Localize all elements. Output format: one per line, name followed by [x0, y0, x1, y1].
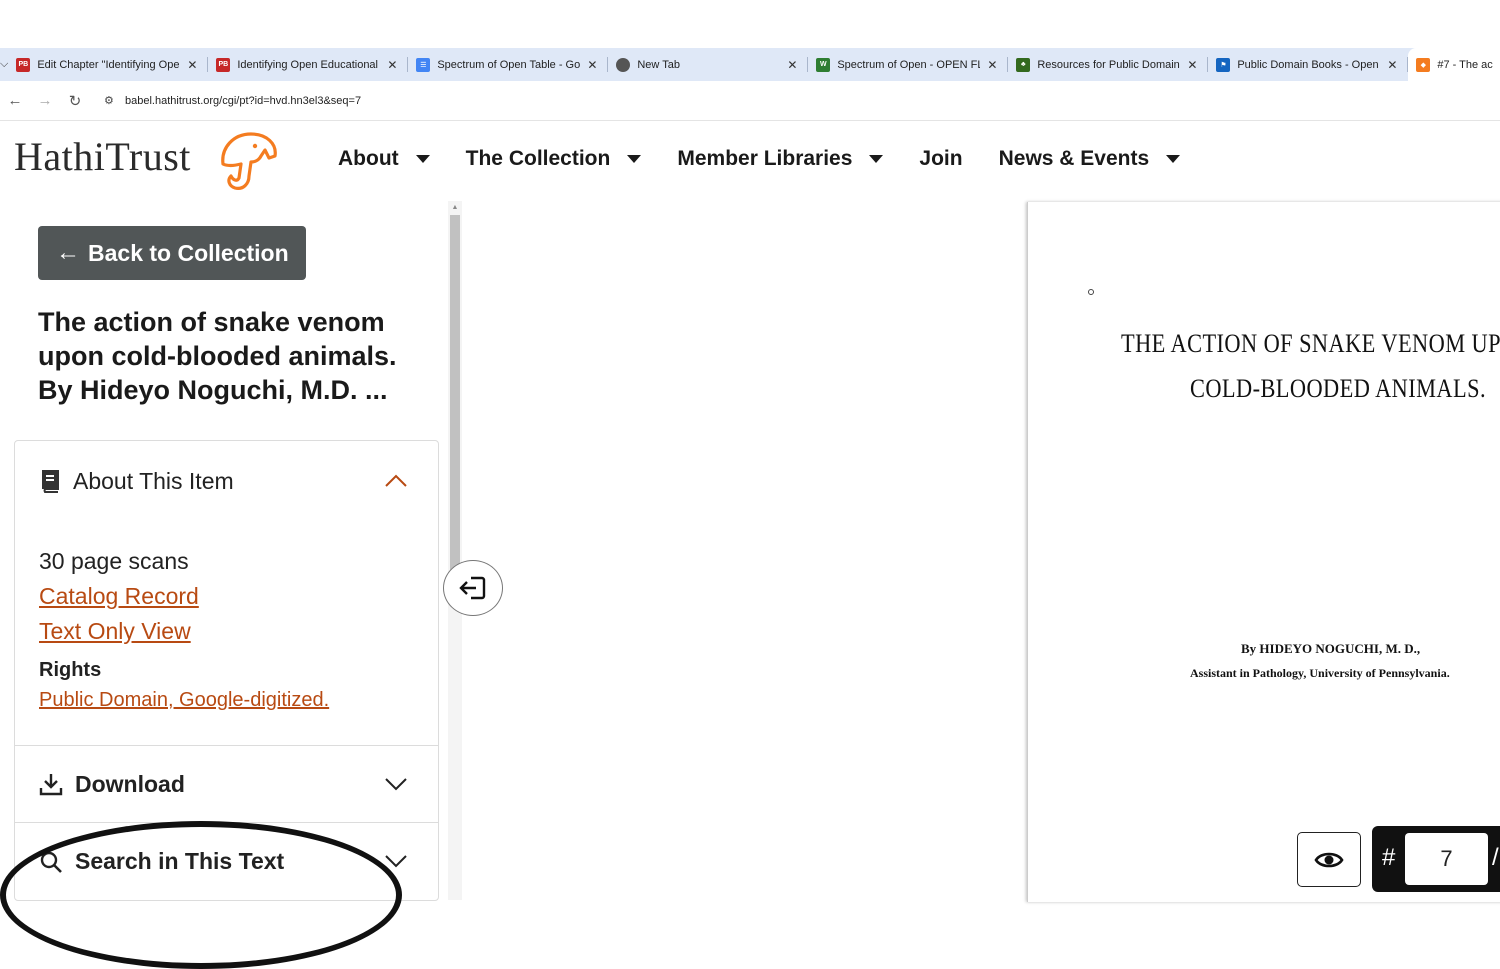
chevron-up-icon: [385, 474, 407, 487]
tab-title: Spectrum of Open - OPEN FL -: [837, 58, 981, 71]
caret-down-icon: [415, 155, 430, 163]
item-sidebar: ← Back to Collection The action of snake…: [0, 201, 448, 969]
book-icon: [42, 470, 59, 493]
nav-about[interactable]: About: [338, 147, 430, 171]
nav-news-events[interactable]: News & Events: [999, 147, 1181, 171]
scroll-up-arrow-icon[interactable]: ▲: [450, 204, 460, 212]
nav-label: The Collection: [465, 147, 611, 170]
browser-tab-bar: ⌵ PB Edit Chapter "Identifying Open ✕ PB…: [0, 48, 1500, 81]
browser-tab[interactable]: ♣ Resources for Public Domain M ✕: [1008, 48, 1209, 81]
catalog-record-link[interactable]: Catalog Record: [39, 579, 414, 614]
download-icon: [39, 774, 63, 796]
url-text: babel.hathitrust.org/cgi/pt?id=hvd.hn3el…: [125, 94, 362, 107]
rights-heading: Rights: [39, 659, 102, 681]
nav-label: Member Libraries: [677, 147, 853, 170]
page-scan-count: 30 page scans: [39, 548, 189, 574]
search-in-text-header[interactable]: Search in This Text: [15, 823, 438, 900]
nav-label: About: [338, 147, 399, 170]
chevron-down-icon: [385, 855, 407, 868]
close-icon[interactable]: ✕: [1184, 58, 1200, 72]
close-icon[interactable]: ✕: [784, 58, 800, 72]
address-bar-row: ← → ↻ ⚙ babel.hathitrust.org/cgi/pt?id=h…: [0, 81, 1500, 121]
collapse-sidebar-button[interactable]: [443, 560, 503, 616]
about-this-item-body: 30 page scans Catalog Record Text Only V…: [15, 521, 438, 746]
tab-title: Resources for Public Domain M: [1037, 58, 1181, 71]
page-hash-label: #: [1382, 844, 1396, 871]
browser-tab-active[interactable]: ◆ #7 - The ac: [1408, 48, 1500, 81]
scan-title-line2: COLD-BLOODED ANIMALS.: [1190, 374, 1486, 403]
hathitrust-logo[interactable]: HathiTrust: [14, 133, 191, 180]
scan-author: By HIDEYO NOGUCHI, M. D.,: [1241, 641, 1421, 656]
rights-link[interactable]: Public Domain, Google-digitized.: [39, 683, 414, 717]
close-icon[interactable]: ✕: [184, 58, 200, 72]
browser-tab[interactable]: PB Edit Chapter "Identifying Open ✕: [8, 48, 209, 81]
page-navigator: # /: [1372, 826, 1500, 892]
book-title: The action of snake venom upon cold-bloo…: [38, 307, 397, 405]
tab-search-dropdown-icon[interactable]: ⌵: [0, 48, 8, 81]
tab-title: Edit Chapter "Identifying Open: [37, 58, 181, 71]
about-heading: About This Item: [73, 467, 234, 494]
close-icon[interactable]: ✕: [984, 58, 1000, 72]
window-top-area: [0, 0, 1500, 48]
pb-icon: PB: [16, 57, 31, 72]
back-button-label: Back to Collection: [88, 239, 289, 266]
close-icon[interactable]: ✕: [584, 58, 600, 72]
chrome-icon: [616, 57, 631, 72]
nav-the-collection[interactable]: The Collection: [466, 147, 642, 171]
close-icon[interactable]: ✕: [1384, 58, 1400, 72]
back-to-collection-button[interactable]: ← Back to Collection: [38, 226, 306, 280]
download-header[interactable]: Download: [15, 746, 438, 823]
caret-down-icon: [627, 155, 642, 163]
download-label: Download: [75, 770, 185, 797]
arrow-left-icon: ←: [56, 239, 80, 266]
browser-tab[interactable]: ☰ Spectrum of Open Table - Goog ✕: [408, 48, 609, 81]
page-scan-image: THE ACTION OF SNAKE VENOM UPON COLD-BLOO…: [1027, 202, 1500, 902]
tab-title: Identifying Open Educational R: [237, 58, 381, 71]
main-nav: About The Collection Member Libraries Jo…: [338, 147, 1216, 171]
site-settings-icon[interactable]: ⚙: [104, 94, 120, 107]
caret-down-icon: [869, 155, 884, 163]
page-number-input[interactable]: [1405, 833, 1488, 885]
view-options-button[interactable]: [1297, 832, 1361, 887]
about-this-item-header[interactable]: About This Item: [15, 441, 438, 521]
close-icon[interactable]: ✕: [384, 58, 400, 72]
search-label: Search in This Text: [75, 848, 285, 874]
exit-arrow-icon: [459, 576, 486, 600]
page-slash: /: [1492, 844, 1499, 871]
back-arrow-icon[interactable]: ←: [0, 86, 30, 116]
text-only-view-link[interactable]: Text Only View: [39, 614, 414, 649]
forward-arrow-icon[interactable]: →: [30, 86, 60, 116]
chevron-down-icon: [385, 778, 407, 791]
docs-icon: ☰: [416, 57, 431, 72]
elephant-logo-icon[interactable]: [215, 126, 281, 196]
scan-title-line1: THE ACTION OF SNAKE VENOM UPON: [1121, 329, 1500, 358]
browser-tab[interactable]: ⚑ Public Domain Books - Open Ec ✕: [1208, 48, 1409, 81]
tab-title: #7 - The ac: [1437, 58, 1493, 71]
browser-tab[interactable]: W Spectrum of Open - OPEN FL - ✕: [808, 48, 1009, 81]
nav-member-libraries[interactable]: Member Libraries: [677, 147, 884, 171]
flag-icon: ⚑: [1216, 57, 1231, 72]
scan-affiliation: Assistant in Pathology, University of Pe…: [1190, 666, 1450, 680]
hathitrust-icon: ◆: [1416, 57, 1431, 72]
resources-icon: ♣: [1016, 57, 1031, 72]
nav-join[interactable]: Join: [919, 147, 962, 171]
tab-title: New Tab: [637, 58, 680, 71]
caret-down-icon: [1166, 155, 1181, 163]
sidebar-scroll-thumb[interactable]: [450, 215, 460, 570]
scan-speck: [1088, 289, 1094, 295]
reload-icon[interactable]: ↻: [60, 86, 90, 116]
nav-label: Join: [919, 147, 963, 170]
url-field[interactable]: ⚙ babel.hathitrust.org/cgi/pt?id=hvd.hn3…: [96, 87, 1496, 115]
site-header: HathiTrust About The Collection Member L…: [0, 121, 1500, 201]
browser-tab[interactable]: New Tab ✕: [608, 48, 809, 81]
search-icon: [40, 851, 62, 873]
eye-icon: [1314, 852, 1344, 867]
tab-title: Spectrum of Open Table - Goog: [437, 58, 581, 71]
browser-tab[interactable]: PB Identifying Open Educational R ✕: [208, 48, 409, 81]
tab-title: Public Domain Books - Open Ec: [1237, 58, 1381, 71]
pb-icon: PB: [216, 57, 231, 72]
openfl-icon: W: [816, 57, 831, 72]
item-accordion: About This Item 30 page scans Catalog Re…: [14, 440, 439, 901]
nav-label: News & Events: [998, 147, 1150, 170]
